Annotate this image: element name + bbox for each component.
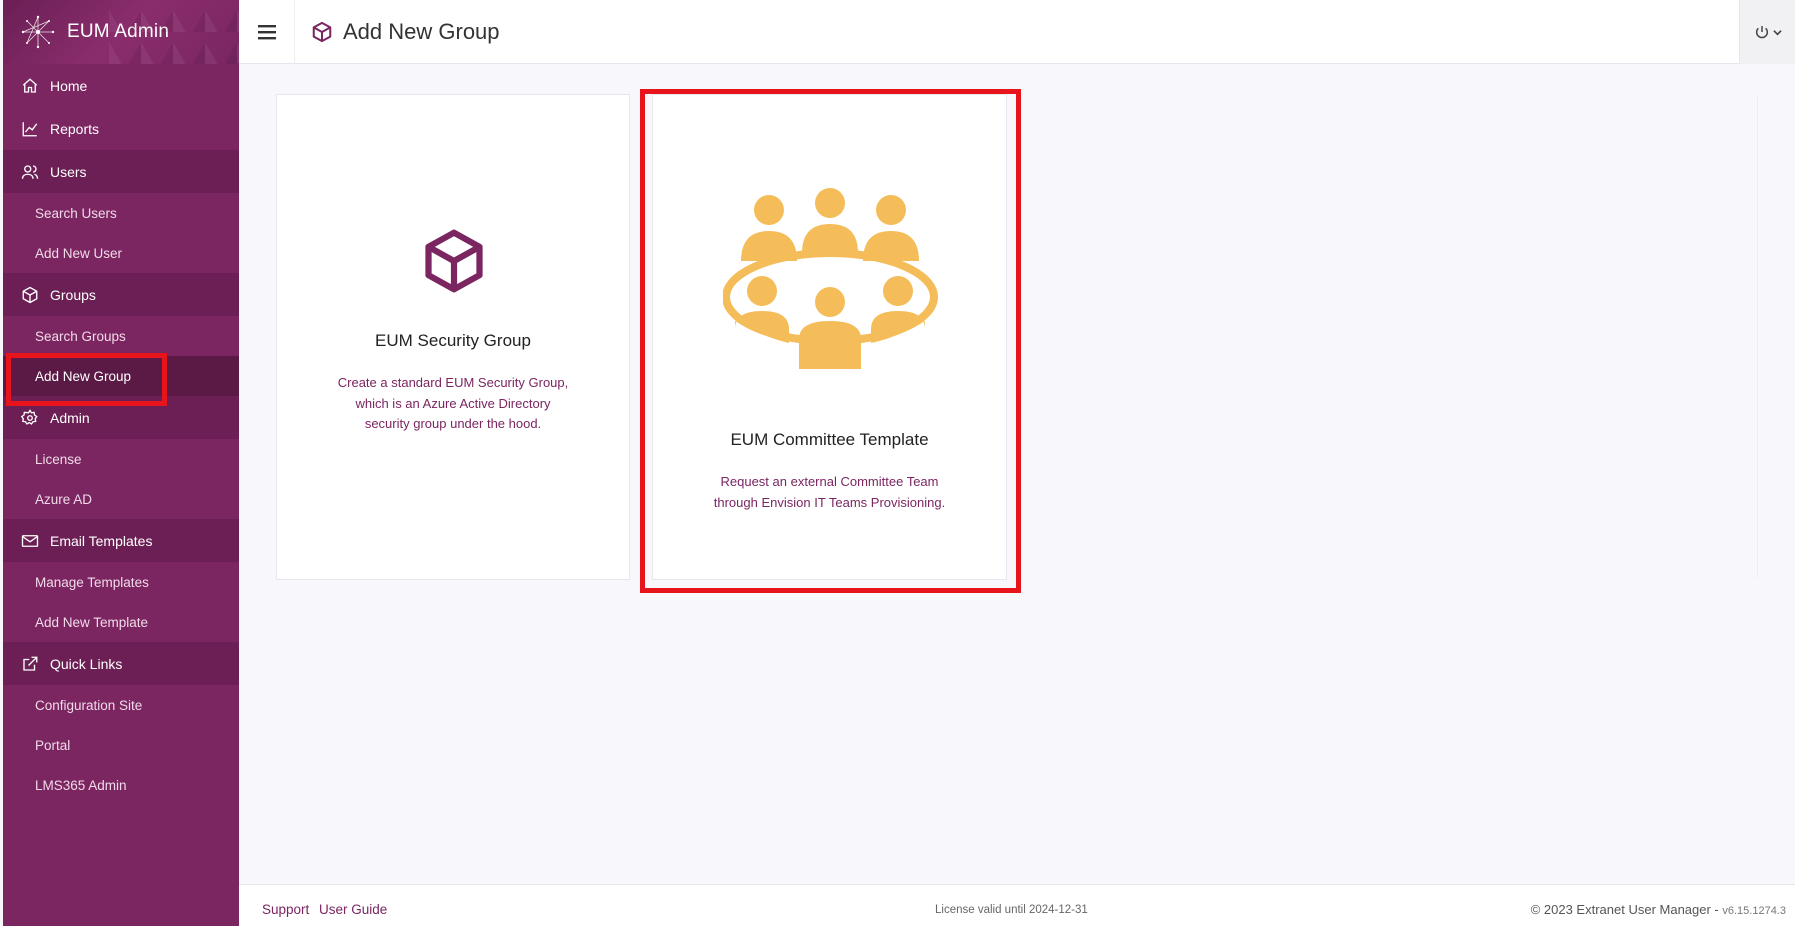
user-guide-link[interactable]: User Guide [319, 902, 387, 917]
panel-divider [1757, 96, 1758, 578]
sidebar-item-label: Home [50, 77, 88, 94]
menu-toggle-button[interactable] [239, 0, 295, 64]
sidebar-item-groups[interactable]: Groups [3, 273, 239, 316]
committee-meeting-icon [723, 188, 938, 369]
sidebar-item-quick-links[interactable]: Quick Links [3, 642, 239, 685]
card-title: EUM Security Group [375, 331, 531, 350]
cube-icon [20, 285, 40, 305]
sidebar-item-search-users[interactable]: Search Users [3, 193, 239, 233]
sidebar-item-add-new-group[interactable]: Add New Group [3, 356, 239, 396]
sidebar-item-reports[interactable]: Reports [3, 107, 239, 150]
card-eum-security-group[interactable]: EUM Security Group Create a standard EUM… [276, 94, 630, 580]
sidebar-item-license[interactable]: License [3, 439, 239, 479]
gear-icon [20, 408, 40, 428]
sidebar-item-label: Users [50, 163, 87, 180]
sidebar-item-add-new-template[interactable]: Add New Template [3, 602, 239, 642]
network-logo-icon [21, 15, 55, 49]
card-description: Create a standard EUM Security Group, wh… [277, 373, 629, 435]
sidebar-item-users[interactable]: Users [3, 150, 239, 193]
top-header: Add New Group [239, 0, 1795, 64]
home-icon [20, 76, 40, 96]
page-heading: Add New Group [295, 19, 500, 45]
sidebar-item-home[interactable]: Home [3, 64, 239, 107]
card-title: EUM Committee Template [730, 430, 929, 449]
card-description-line: Request an external Committee Team [720, 474, 939, 489]
copyright: © 2023 Extranet User Manager - v6.15.127… [1531, 902, 1786, 917]
sidebar-item-lms365-admin[interactable]: LMS365 Admin [3, 765, 239, 805]
card-description-line: which is an Azure Active Directory [355, 395, 551, 411]
sidebar-item-azure-ad[interactable]: Azure AD [3, 479, 239, 519]
card-description-line: Create a standard EUM Security Group, [337, 375, 569, 390]
chevron-down-icon [1772, 29, 1782, 35]
sidebar-item-label: Quick Links [50, 655, 123, 672]
card-description-line: through Envision IT Teams Provisioning. [713, 494, 946, 510]
page-title: Add New Group [343, 18, 500, 44]
sidebar-item-manage-templates[interactable]: Manage Templates [3, 562, 239, 602]
power-icon [1755, 26, 1768, 39]
cube-icon [425, 229, 483, 293]
card-description: Request an external Committee Team throu… [653, 472, 1006, 513]
license-status: License valid until 2024-12-31 [935, 904, 1088, 916]
version-text: v6.15.1274.3 [1722, 905, 1786, 917]
sidebar-item-label: Reports [50, 120, 100, 137]
card-eum-committee-template[interactable]: EUM Committee Template Request an extern… [652, 94, 1007, 580]
sidebar-item-label: Admin [50, 409, 90, 426]
user-menu-button[interactable] [1739, 0, 1795, 64]
cube-icon [312, 21, 332, 42]
line-chart-icon [20, 119, 40, 139]
sidebar-item-admin[interactable]: Admin [3, 396, 239, 439]
sidebar-item-search-groups[interactable]: Search Groups [3, 316, 239, 356]
sidebar-item-add-new-user[interactable]: Add New User [3, 233, 239, 273]
envelope-icon [20, 531, 40, 551]
sidebar-item-label: Email Templates [50, 532, 153, 549]
brand[interactable]: EUM Admin [3, 0, 239, 64]
sidebar: EUM Admin Home Reports Users Search User… [3, 0, 239, 926]
app-title: EUM Admin [67, 21, 170, 42]
sidebar-item-email-templates[interactable]: Email Templates [3, 519, 239, 562]
external-link-icon [20, 654, 40, 674]
card-description-line: security group under the hood. [364, 416, 542, 431]
hamburger-icon [257, 24, 276, 39]
users-icon [20, 162, 40, 182]
sidebar-item-configuration-site[interactable]: Configuration Site [3, 685, 239, 725]
copyright-text: © 2023 Extranet User Manager - [1530, 902, 1723, 917]
group-type-selection: EUM Security Group Create a standard EUM… [276, 94, 1756, 581]
support-link[interactable]: Support [262, 902, 309, 917]
footer: Support User Guide License valid until 2… [239, 884, 1795, 926]
sidebar-item-portal[interactable]: Portal [3, 725, 239, 765]
sidebar-item-label: Groups [50, 286, 96, 303]
